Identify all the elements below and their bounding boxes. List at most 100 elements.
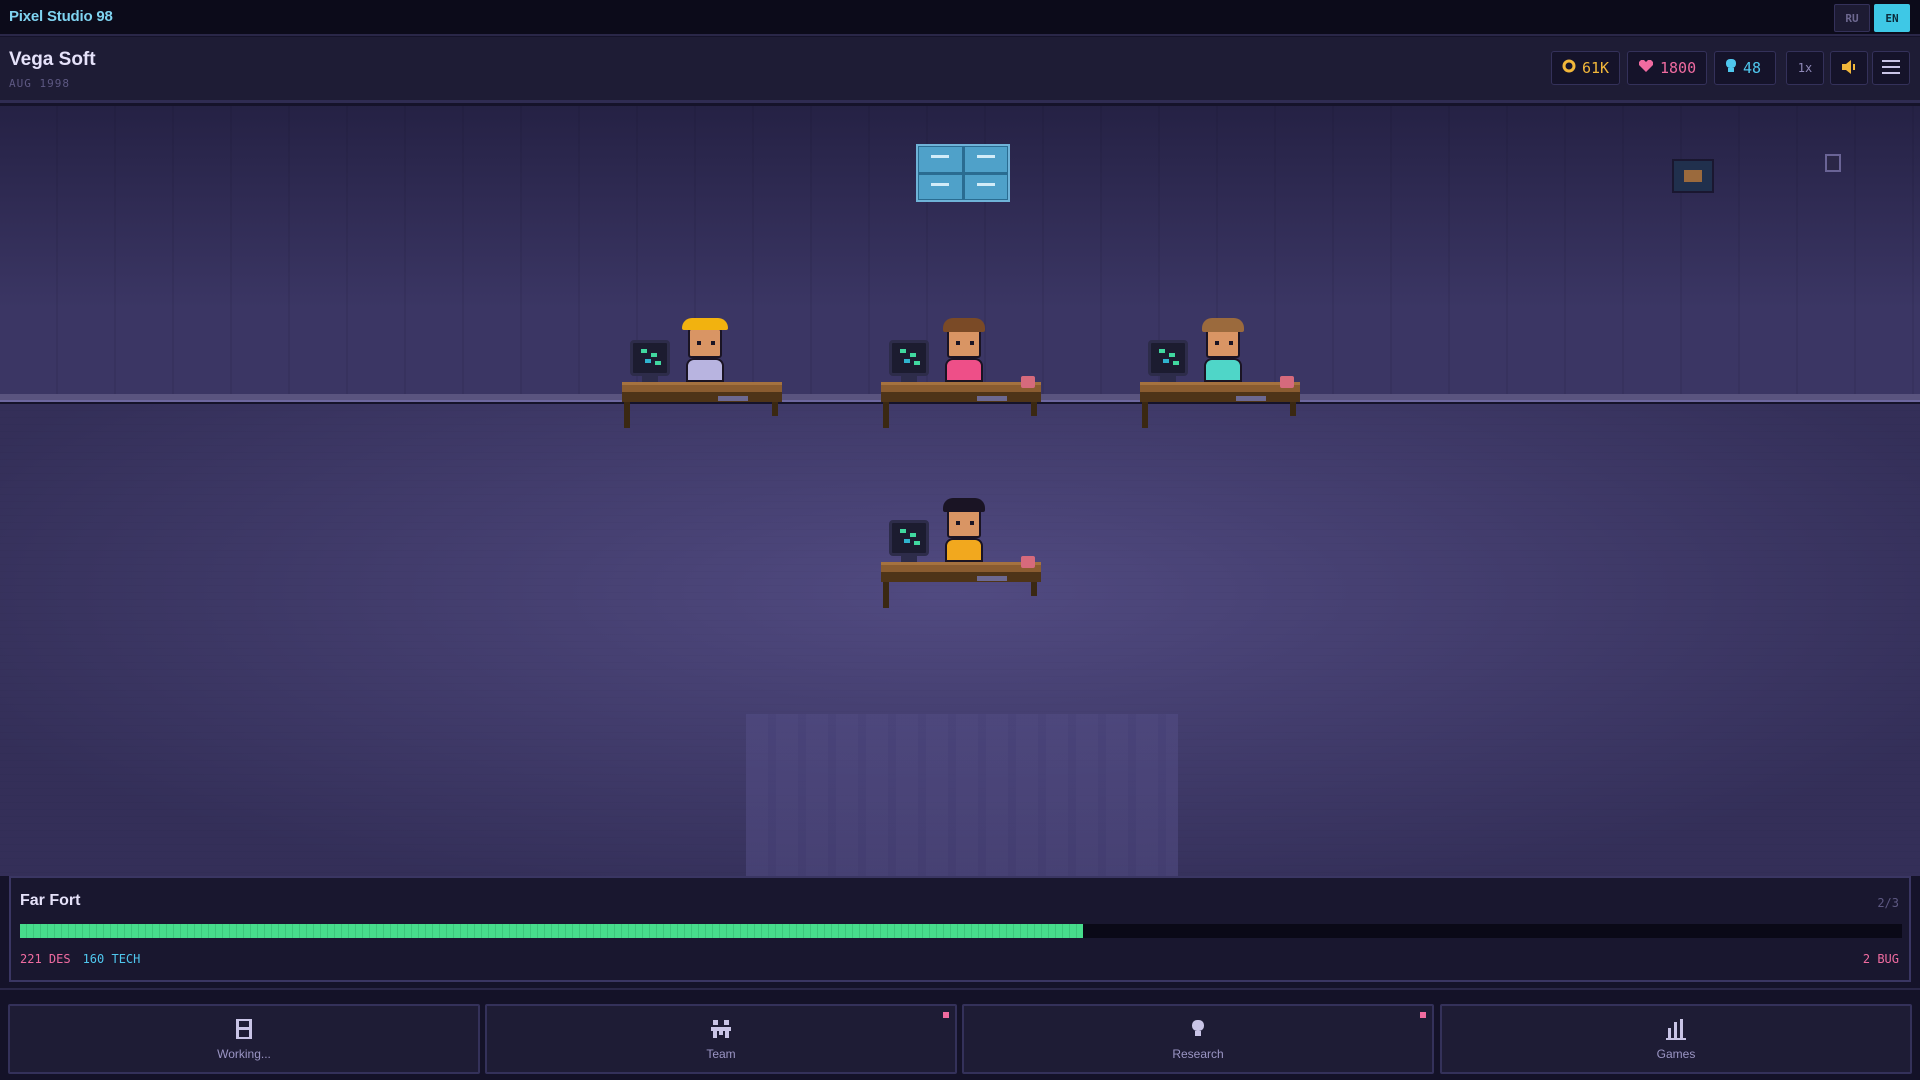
employee-face [1206,328,1240,358]
nav-research-button[interactable]: Research [962,1004,1434,1074]
desk-leg [1031,402,1037,416]
employee-1[interactable] [680,318,730,384]
game-date: AUG 1998 [9,77,70,90]
desk-leg [772,402,778,416]
design-points: 221 DES [20,952,71,966]
desk-front [881,392,1041,402]
save-disk-icon [232,1017,256,1041]
project-progress-fill [20,924,1084,938]
desk-front [622,392,782,402]
employee-face [947,328,981,358]
wall-picture [1672,159,1714,193]
workstation-3[interactable] [1140,318,1302,438]
employee-2[interactable] [939,318,989,384]
title-bar: Pixel Studio 98 RU EN [0,0,1920,36]
project-progress-bar [20,924,1902,938]
desk-leg [883,402,889,428]
employee-body [945,538,983,562]
studio-header: Vega Soft AUG 1998 61K 1800 48 1x [0,37,1920,103]
notification-dot [1420,1012,1426,1018]
workstation-2[interactable] [881,318,1043,438]
office-window [916,144,1010,202]
workstation-1[interactable] [622,318,784,438]
keyboard [977,396,1007,401]
coffee-mug [1280,376,1294,388]
desk [881,562,1041,572]
bug-count: 2 BUG [1862,952,1899,966]
ideas-value: 48 [1743,59,1762,77]
hamburger-menu-icon [1881,58,1901,79]
coins-counter: 61K [1551,51,1620,85]
hearts-counter: 1800 [1627,51,1707,85]
app-title: Pixel Studio 98 [9,8,113,25]
workstation-4[interactable] [881,498,1043,618]
desk-leg [1142,402,1148,428]
desk-leg [1031,582,1037,596]
nav-research-label: Research [1172,1047,1224,1061]
employee-4[interactable] [939,498,989,564]
nav-working-button[interactable]: Working... [8,1004,480,1074]
project-phase: 2/3 [1877,896,1899,910]
notification-dot [943,1012,949,1018]
employee-face [688,328,722,358]
employee-body [1204,358,1242,382]
tech-points: 160 TECH [82,952,141,966]
keyboard [718,396,748,401]
language-ru-button[interactable]: RU [1834,4,1870,32]
bar-chart-icon [1664,1017,1688,1041]
nav-working-label: Working... [217,1047,271,1061]
employee-hair [943,498,985,512]
sound-button[interactable] [1830,51,1868,85]
light-switch [1825,154,1841,172]
employee-face [947,508,981,538]
project-name: Far Fort [20,892,81,909]
coffee-mug [1021,376,1035,388]
computer-monitor [889,340,929,376]
desk-front [881,572,1041,582]
ideas-counter: 48 [1714,51,1776,85]
employee-hair [1202,318,1244,332]
computer-monitor [630,340,670,376]
floor-rug [746,714,1178,876]
desk-leg [1290,402,1296,416]
desk [881,382,1041,392]
project-points: 221 DES 160 TECH [20,952,140,966]
window-pane [964,147,1007,172]
keyboard [1236,396,1266,401]
team-icon [709,1017,733,1041]
bottom-nav: Working... Team Research Games [0,988,1920,1080]
nav-team-button[interactable]: Team [485,1004,957,1074]
coin-icon [1562,59,1576,77]
speed-label: 1x [1797,61,1813,75]
hearts-value: 1800 [1660,59,1697,77]
desk [1140,382,1300,392]
heart-icon [1638,59,1654,77]
employee-3[interactable] [1198,318,1248,384]
employee-body [686,358,724,382]
nav-games-label: Games [1656,1047,1696,1061]
desk [622,382,782,392]
bulb-icon [1186,1017,1210,1041]
project-panel[interactable]: Far Fort 2/3 221 DES 160 TECH 2 BUG [9,876,1911,982]
speaker-icon [1840,58,1858,79]
studio-name: Vega Soft [9,49,96,70]
nav-games-button[interactable]: Games [1440,1004,1912,1074]
bulb-icon [1725,58,1737,78]
computer-monitor [1148,340,1188,376]
coins-value: 61K [1582,59,1610,77]
speed-button[interactable]: 1x [1786,51,1824,85]
window-pane [919,174,962,199]
language-en-button[interactable]: EN [1874,4,1910,32]
desk-leg [624,402,630,428]
menu-button[interactable] [1872,51,1910,85]
coffee-mug [1021,556,1035,568]
employee-hair [943,318,985,332]
computer-monitor [889,520,929,556]
window-pane [964,174,1007,199]
employee-cap [682,318,728,330]
desk-front [1140,392,1300,402]
nav-team-label: Team [706,1047,736,1061]
employee-body [945,358,983,382]
keyboard [977,576,1007,581]
desk-leg [883,582,889,608]
